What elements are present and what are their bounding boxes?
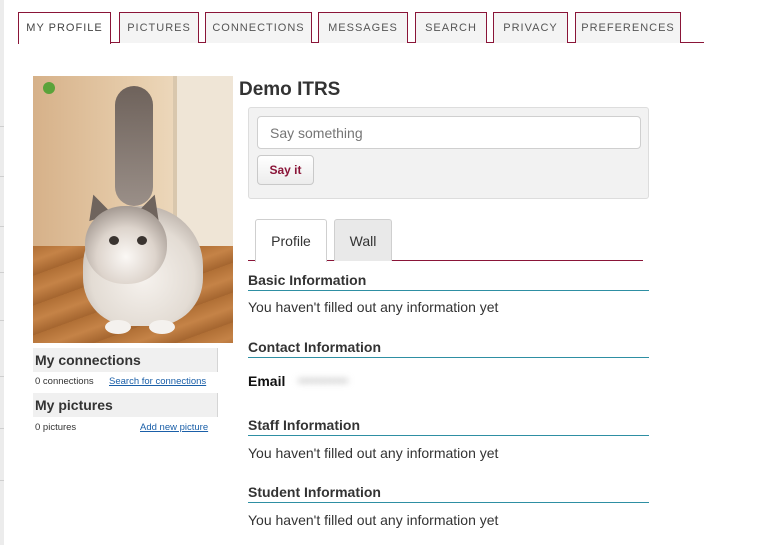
tab-privacy[interactable]: PRIVACY [493,12,568,43]
email-value: ••••••••••• [298,373,349,388]
tab-preferences[interactable]: PREFERENCES [575,12,681,43]
gutter-divider [0,126,4,127]
page-gutter [0,0,4,545]
tab-my-profile[interactable]: MY PROFILE [18,12,111,44]
my-connections-heading: My connections [33,348,218,372]
cat-paw [105,320,131,334]
gutter-divider [0,176,4,177]
staff-information-heading: Staff Information [248,417,649,436]
email-label: Email [248,373,286,389]
connections-count: 0 connections [35,376,94,387]
pictures-count: 0 pictures [35,422,77,433]
gutter-divider [0,320,4,321]
tab-search[interactable]: SEARCH [415,12,487,43]
gutter-divider [0,272,4,273]
cat-head [85,206,167,284]
staff-information-text: You haven't filled out any information y… [248,445,499,461]
main-tab-bar: MY PROFILE PICTURES CONNECTIONS MESSAGES… [18,12,704,44]
tab-messages[interactable]: MESSAGES [318,12,408,43]
say-it-button[interactable]: Say it [257,155,314,185]
search-connections-link[interactable]: Search for connections [109,376,206,387]
status-input[interactable] [257,116,641,149]
tab-profile[interactable]: Profile [255,219,327,262]
cat-eye [109,236,119,245]
status-box: Say it [248,107,649,199]
cat-tail [115,86,153,206]
basic-information-heading: Basic Information [248,272,649,291]
profile-subtab-bar: Profile Wall [248,219,643,262]
my-pictures-heading: My pictures [33,393,218,417]
gutter-divider [0,480,4,481]
avatar-ball [43,82,55,94]
tab-connections[interactable]: CONNECTIONS [205,12,312,43]
add-picture-link[interactable]: Add new picture [140,422,208,433]
contact-information-heading: Contact Information [248,339,649,358]
gutter-divider [0,376,4,377]
basic-information-text: You haven't filled out any information y… [248,299,499,315]
gutter-divider [0,428,4,429]
tab-pictures[interactable]: PICTURES [119,12,199,43]
student-information-heading: Student Information [248,484,649,503]
gutter-divider [0,226,4,227]
profile-avatar[interactable] [33,76,233,343]
cat-paw [149,320,175,334]
tab-wall[interactable]: Wall [334,219,392,261]
student-information-text: You haven't filled out any information y… [248,512,499,528]
profile-name: Demo ITRS [239,79,341,100]
cat-eye [137,236,147,245]
